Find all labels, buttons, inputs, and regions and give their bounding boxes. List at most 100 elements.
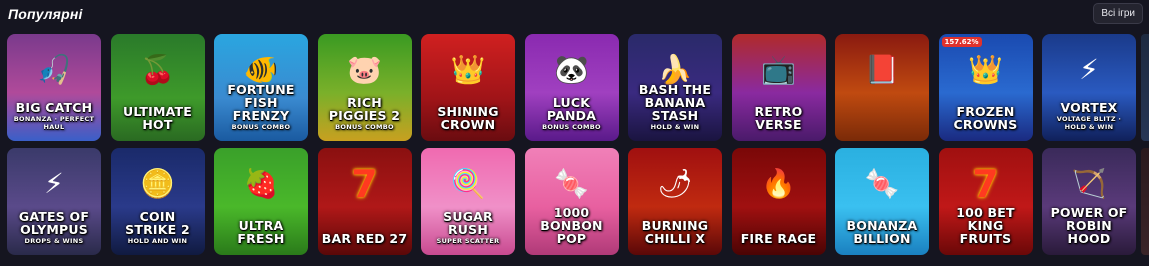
game-tile[interactable]: ⚡ Vortex Voltage Blitz · Hold & Win [1042,34,1136,141]
strawberry-icon: 🍓 [243,167,279,201]
game-title: Frozen Crowns [942,105,1030,131]
game-title-text: Ultra Fresh [237,218,285,246]
games-row-2: ⚡ Gates of Olympus Drops & Wins 🪙 Coin Strik… [7,148,1136,255]
fish-icon: 🐠 [243,53,279,87]
game-title-text: Frozen Crowns [953,104,1018,132]
candy-icon: 🍬 [554,167,589,201]
game-title: Gates of Olympus Drops & Wins [10,210,98,245]
game-title-text: Bar Red 27 [321,231,408,246]
games-row-1: 🎣 Big Catch Bonanza · Perfect Haul 🍒 Ultimat… [7,34,1136,141]
chilli-icon: 🌶 [657,167,693,201]
candy-icon: 🍬 [864,167,900,201]
game-subtitle: Bonus Combo [231,123,291,131]
game-tile[interactable]: 🍬 1000 Bonbon Pop [524,148,619,255]
game-title: Shining Crown [424,105,512,131]
game-tile[interactable]: 👑 Shining Crown [421,34,515,141]
game-title: Coin Strike 2 Hold and Win [114,210,202,245]
game-tile[interactable]: 🌶 Burning Chilli X [628,148,722,255]
game-title: Fortune Fish Frenzy Bonus Combo [217,83,305,131]
game-tile[interactable]: 📺 Retro Verse [731,34,826,141]
game-title-text: Sugar Rush [443,209,493,237]
crown-icon: 👑 [450,53,486,87]
game-title-text: Bonanza Billion [846,218,918,246]
game-title-text: Coin Strike 2 [125,209,190,237]
rtp-badge: 157.62% [941,37,982,47]
game-tile[interactable]: 🔥 Fire Rage [731,148,826,255]
game-title: Ultimate Hot [114,105,202,131]
game-subtitle: Super Scatter [436,237,500,245]
game-title: Power of Robin Hood [1045,206,1133,245]
game-title: Ultra Fresh [217,219,305,245]
game-title-text: Ultimate Hot [122,104,193,132]
game-tile[interactable]: 🍌 Bash the Banana Stash Hold & Win [628,34,722,141]
game-subtitle: Hold and Win [127,237,188,245]
treasure-book-icon: 📕 [864,53,900,87]
archer-icon: 🏹 [1071,167,1107,201]
game-tile[interactable]: 🍭 Sugar Rush Super Scatter [421,148,515,255]
game-tile[interactable]: 🐼 Luck Panda Bonus Combo [524,34,619,141]
game-tile[interactable]: ⚡ Gates of Olympus Drops & Wins [7,148,101,255]
game-title-text: Power of Robin Hood [1050,205,1128,246]
game-tile[interactable]: 🐷 Rich Piggies 2 Bonus Combo [317,34,412,141]
banana-icon: 🍌 [657,53,693,87]
game-tile[interactable]: 👑 157.62% Frozen Crowns [938,34,1033,141]
cherry-icon: 🍒 [140,53,175,87]
game-title-text: 1000 Bonbon Pop [540,205,603,246]
game-title: Burning Chilli X [631,219,719,245]
fire-icon: 🔥 [761,167,796,201]
zeus-icon: ⚡ [44,167,64,201]
game-title: Big Catch Bonanza · Perfect Haul [10,101,98,131]
game-title: Retro Verse [735,105,823,131]
game-tile[interactable]: 🍓 Ultra Fresh [214,148,308,255]
game-tile[interactable]: 🍒 Ultimate Hot [110,34,205,141]
lollipop-icon: 🍭 [450,167,486,201]
game-title: Vortex Voltage Blitz · Hold & Win [1045,101,1133,131]
crown-icon: 👑 [968,53,1003,87]
game-tile[interactable]: 🪙 Coin Strike 2 Hold and Win [110,148,205,255]
fisherman-icon: 🎣 [36,53,72,87]
next-tile-peek[interactable] [1141,34,1149,141]
game-tile[interactable]: 📕 [835,34,929,141]
game-title: Luck Panda Bonus Combo [528,96,616,131]
game-subtitle: Voltage Blitz · Hold & Win [1056,115,1122,131]
game-title: 100 Bet King Fruits [942,206,1030,245]
game-title-text: Luck Panda [546,95,597,123]
game-title-text: Fire Rage [740,231,817,246]
game-tile[interactable]: 7 Bar Red 27 [317,148,412,255]
game-tile[interactable]: 🐠 Fortune Fish Frenzy Bonus Combo [214,34,308,141]
section-header: Популярні Всі ігри [0,0,1149,30]
game-title-text: Burning Chilli X [641,218,709,246]
panda-icon: 🐼 [554,53,589,87]
next-tile-peek[interactable] [1141,148,1149,255]
game-title-text: Fortune Fish Frenzy [227,82,295,123]
game-tile[interactable]: 🏹 Power of Robin Hood [1042,148,1136,255]
game-title: Bonanza Billion [838,219,926,245]
game-subtitle: Hold & Win [650,123,700,131]
game-title: Rich Piggies 2 Bonus Combo [321,96,409,131]
game-title: 1000 Bonbon Pop [528,206,616,245]
game-subtitle: Bonus Combo [542,123,601,131]
game-tile[interactable]: 🍬 Bonanza Billion [835,148,929,255]
game-subtitle: Bonus Combo [335,123,394,131]
all-games-button[interactable]: Всі ігри [1093,3,1143,24]
seven-icon: 7 [972,162,999,207]
game-title: Bar Red 27 [321,232,409,245]
game-title-text: Retro Verse [754,104,803,132]
game-tile[interactable]: 7 100 Bet King Fruits [938,148,1033,255]
game-subtitle: Drops & Wins [24,237,84,245]
piggy-bank-icon: 🐷 [347,53,382,87]
game-title-text: 100 Bet King Fruits [956,205,1015,246]
game-title-text: Bash the Banana Stash [638,82,712,123]
seven-icon: 7 [351,162,378,207]
game-title: Fire Rage [735,232,823,245]
game-title-text: Big Catch [15,100,93,115]
coin-icon: 🪙 [140,167,175,201]
game-title-text: Vortex [1060,100,1118,115]
game-title-text: Gates of Olympus [18,209,90,237]
game-title: Sugar Rush Super Scatter [424,210,512,245]
game-tile[interactable]: 🎣 Big Catch Bonanza · Perfect Haul [7,34,101,141]
game-title: Bash the Banana Stash Hold & Win [631,83,719,131]
game-title-text: Rich Piggies 2 [328,95,401,123]
game-title-text: Shining Crown [437,104,499,132]
game-thumbnail [835,34,929,141]
